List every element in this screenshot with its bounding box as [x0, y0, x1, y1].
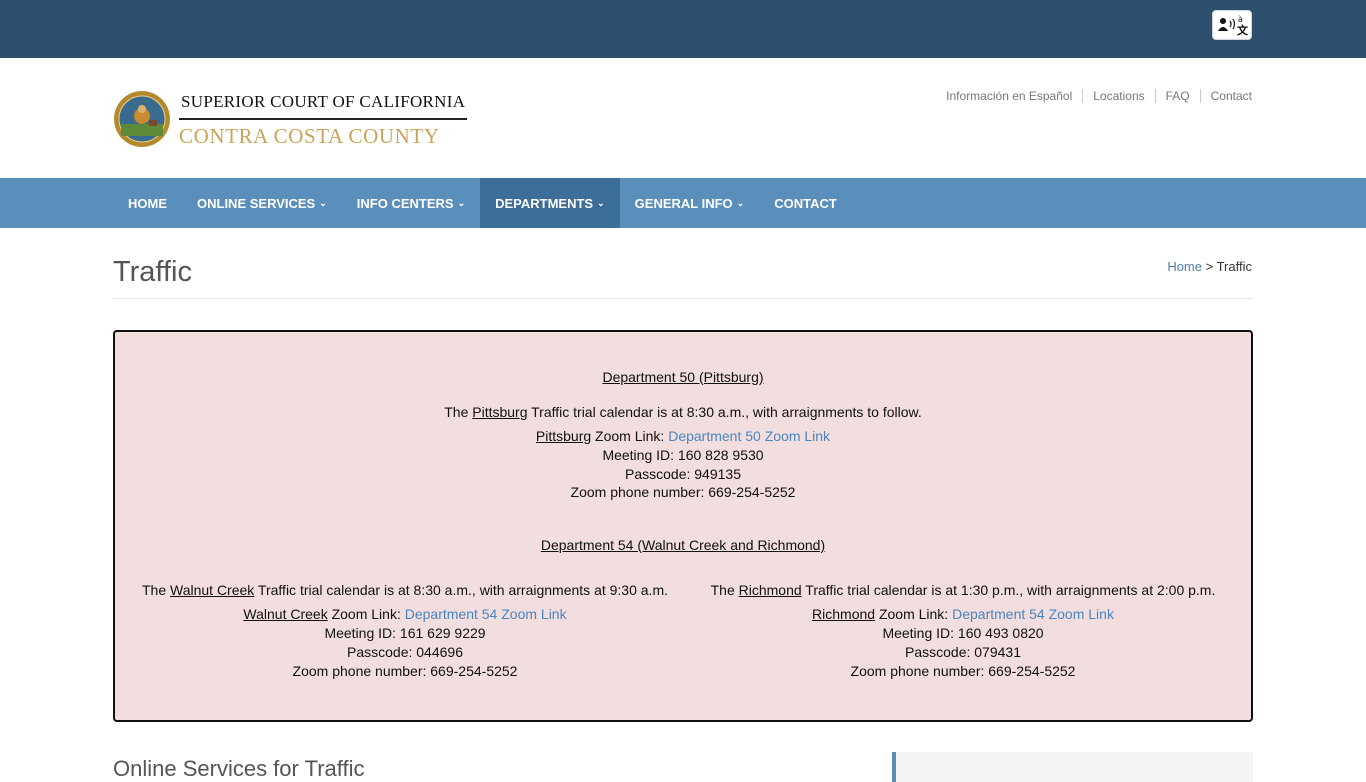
dept50-meeting-id: Meeting ID: 160 828 9530 — [602, 447, 764, 463]
walnut-zoom-label: Zoom Link: — [327, 606, 405, 622]
dept50-calendar: The Pittsburg Traffic trial calendar is … — [115, 403, 1251, 422]
nav-departments-label: DEPARTMENTS — [495, 195, 594, 211]
nav-general-info-label: GENERAL INFO — [634, 195, 733, 211]
online-services-heading: Online Services for Traffic — [113, 756, 365, 781]
breadcrumb-current: Traffic — [1216, 259, 1252, 274]
dept54-heading: Department 54 (Walnut Creek and Richmond… — [540, 537, 826, 553]
court-seal-icon — [114, 90, 170, 147]
richmond-calendar-post: Traffic trial calendar is at 1:30 p.m., … — [801, 582, 1216, 598]
util-link-faq[interactable]: FAQ — [1154, 89, 1200, 103]
svg-text:文: 文 — [1237, 23, 1248, 37]
walnut-zoom-city: Walnut Creek — [243, 606, 328, 622]
dept50-heading: Department 50 (Pittsburg) — [602, 369, 764, 385]
site-header: SUPERIOR COURT OF CALIFORNIA CONTRA COST… — [0, 58, 1366, 178]
richmond-column: The Richmond Traffic trial calendar is a… — [685, 581, 1241, 681]
nav-info-centers[interactable]: INFO CENTERS ⌄ — [342, 178, 480, 228]
utility-links: Información en Español Locations FAQ Con… — [936, 89, 1252, 103]
logo-county: CONTRA COSTA COUNTY — [179, 124, 440, 148]
page-title: Traffic — [113, 256, 192, 288]
dept50-zoom-label: Zoom Link: — [591, 428, 669, 444]
zoom-notice-box: Department 50 (Pittsburg) The Pittsburg … — [113, 330, 1253, 722]
dept50-calendar-pre: The — [444, 404, 473, 420]
chevron-down-icon: ⌄ — [597, 197, 605, 208]
walnut-zoom-link[interactable]: Department 54 Zoom Link — [405, 606, 567, 622]
util-link-contact[interactable]: Contact — [1199, 89, 1252, 103]
nav-departments[interactable]: DEPARTMENTS ⌄ — [480, 178, 620, 228]
dept50-phone: Zoom phone number: 669-254-5252 — [570, 484, 796, 500]
richmond-calendar-pre: The — [710, 582, 739, 598]
court-logo[interactable]: SUPERIOR COURT OF CALIFORNIA CONTRA COST… — [113, 88, 468, 149]
dept50-zoom-city: Pittsburg — [535, 428, 592, 444]
top-bar: à 文 — [0, 0, 1366, 58]
breadcrumb-home-link[interactable]: Home — [1167, 259, 1202, 274]
richmond-zoom-label: Zoom Link: — [875, 606, 953, 622]
richmond-calendar-city: Richmond — [738, 582, 802, 598]
translate-button[interactable]: à 文 — [1212, 10, 1252, 40]
walnut-zoom-line: Walnut Creek Zoom Link: Department 54 Zo… — [125, 605, 685, 624]
dept50-calendar-post: Traffic trial calendar is at 8:30 a.m., … — [527, 404, 922, 420]
main-navigation: HOME ONLINE SERVICES ⌄ INFO CENTERS ⌄ DEPA… — [0, 178, 1366, 228]
chevron-down-icon: ⌄ — [736, 197, 745, 208]
dept50-calendar-city: Pittsburg — [472, 404, 528, 420]
nav-online-services-label: ONLINE SERVICES — [197, 195, 316, 211]
dept50-passcode: Passcode: 949135 — [625, 466, 741, 482]
dept50-zoom-link[interactable]: Department 50 Zoom Link — [668, 428, 830, 444]
svg-text:à: à — [1238, 15, 1243, 24]
util-link-locations[interactable]: Locations — [1082, 89, 1154, 103]
walnut-meeting-id: Meeting ID: 161 629 9229 — [324, 625, 486, 641]
translate-icon: à 文 — [1218, 15, 1248, 37]
chevron-down-icon: ⌄ — [457, 197, 466, 208]
nav-contact[interactable]: CONTACT — [759, 178, 852, 228]
util-link-spanish[interactable]: Información en Español — [936, 89, 1082, 103]
nav-info-centers-label: INFO CENTERS — [356, 195, 454, 211]
walnut-calendar-city: Walnut Creek — [170, 582, 255, 598]
nav-online-services[interactable]: ONLINE SERVICES ⌄ — [182, 178, 342, 228]
richmond-calendar: The Richmond Traffic trial calendar is a… — [685, 581, 1241, 600]
chevron-down-icon: ⌄ — [319, 197, 327, 208]
nav-general-info[interactable]: GENERAL INFO ⌄ — [620, 178, 760, 228]
walnut-calendar: The Walnut Creek Traffic trial calendar … — [125, 581, 685, 600]
richmond-zoom-link[interactable]: Department 54 Zoom Link — [952, 606, 1114, 622]
richmond-meeting-id: Meeting ID: 160 493 0820 — [882, 625, 1044, 641]
walnut-phone: Zoom phone number: 669-254-5252 — [292, 663, 518, 679]
richmond-zoom-city: Richmond — [812, 606, 876, 622]
nav-home[interactable]: HOME — [113, 178, 182, 228]
breadcrumb-separator: > — [1202, 259, 1217, 274]
nav-home-label: HOME — [128, 195, 167, 211]
nav-contact-label: CONTACT — [774, 195, 837, 211]
dept50-zoom-line: Pittsburg Zoom Link: Department 50 Zoom … — [115, 427, 1251, 446]
richmond-phone: Zoom phone number: 669-254-5252 — [850, 663, 1076, 679]
title-divider — [113, 298, 1253, 299]
richmond-passcode: Passcode: 079431 — [905, 644, 1021, 660]
richmond-zoom-line: Richmond Zoom Link: Department 54 Zoom L… — [685, 605, 1241, 624]
walnut-calendar-pre: The — [141, 582, 170, 598]
walnut-calendar-post: Traffic trial calendar is at 8:30 a.m., … — [254, 582, 669, 598]
walnut-creek-column: The Walnut Creek Traffic trial calendar … — [125, 581, 685, 681]
logo-title: SUPERIOR COURT OF CALIFORNIA — [179, 88, 468, 120]
sidebar-panel — [892, 752, 1253, 782]
walnut-passcode: Passcode: 044696 — [347, 644, 463, 660]
breadcrumb: Home > Traffic — [1167, 259, 1252, 274]
